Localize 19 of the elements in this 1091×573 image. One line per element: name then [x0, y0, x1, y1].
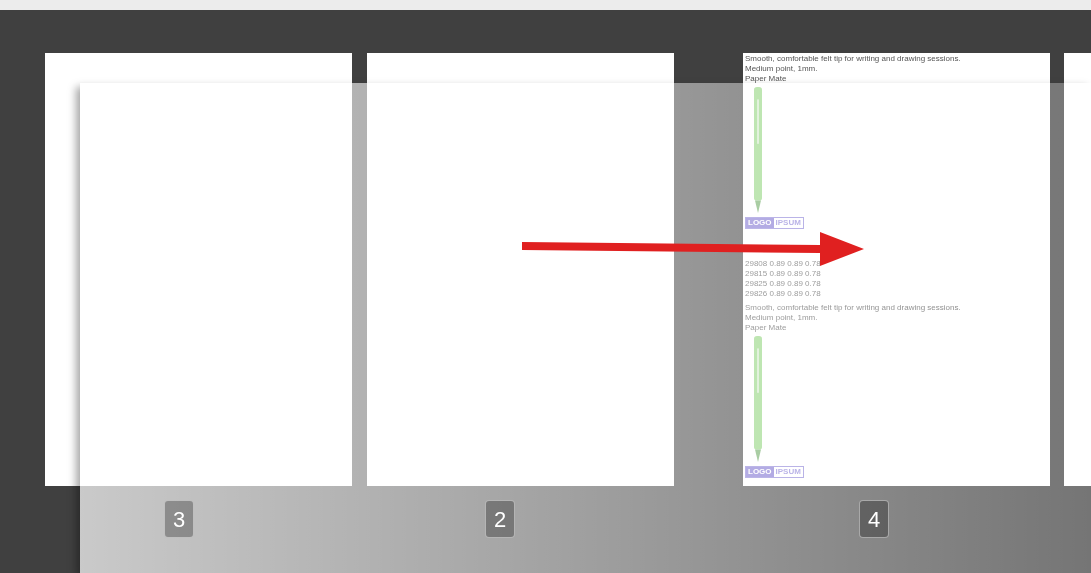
page-thumbnail[interactable] [743, 53, 1050, 486]
table-row-text: 29815 0.89 0.89 0.78 [745, 269, 822, 279]
product-description: Smooth, comfortable felt tip for writing and drawing sessions. [745, 303, 962, 313]
table-row-text: 29808 0.89 0.89 0.78 [745, 259, 822, 269]
page-number-badge: 2 [485, 500, 515, 538]
product-detail: Medium point, 1mm. [745, 313, 819, 323]
dragged-page-overlay[interactable] [80, 83, 1091, 573]
page-number-badge: 4 [859, 500, 889, 538]
table-row-text: 29826 0.89 0.89 0.78 [745, 289, 822, 299]
brand-logo: LOGO IPSUM [745, 217, 804, 229]
product-detail: Medium point, 1mm. [745, 64, 819, 74]
table-row-text: 29825 0.89 0.89 0.78 [745, 279, 822, 289]
page-thumbnail[interactable] [367, 53, 674, 486]
page-thumbnail[interactable] [45, 53, 352, 486]
brand-name: Paper Mate [745, 323, 788, 333]
brand-logo: LOGO IPSUM [745, 466, 804, 478]
product-description: Smooth, comfortable felt tip for writing and drawing sessions. [745, 54, 962, 64]
brand-name: Paper Mate [745, 74, 788, 84]
page-number-badge: 3 [164, 500, 194, 538]
